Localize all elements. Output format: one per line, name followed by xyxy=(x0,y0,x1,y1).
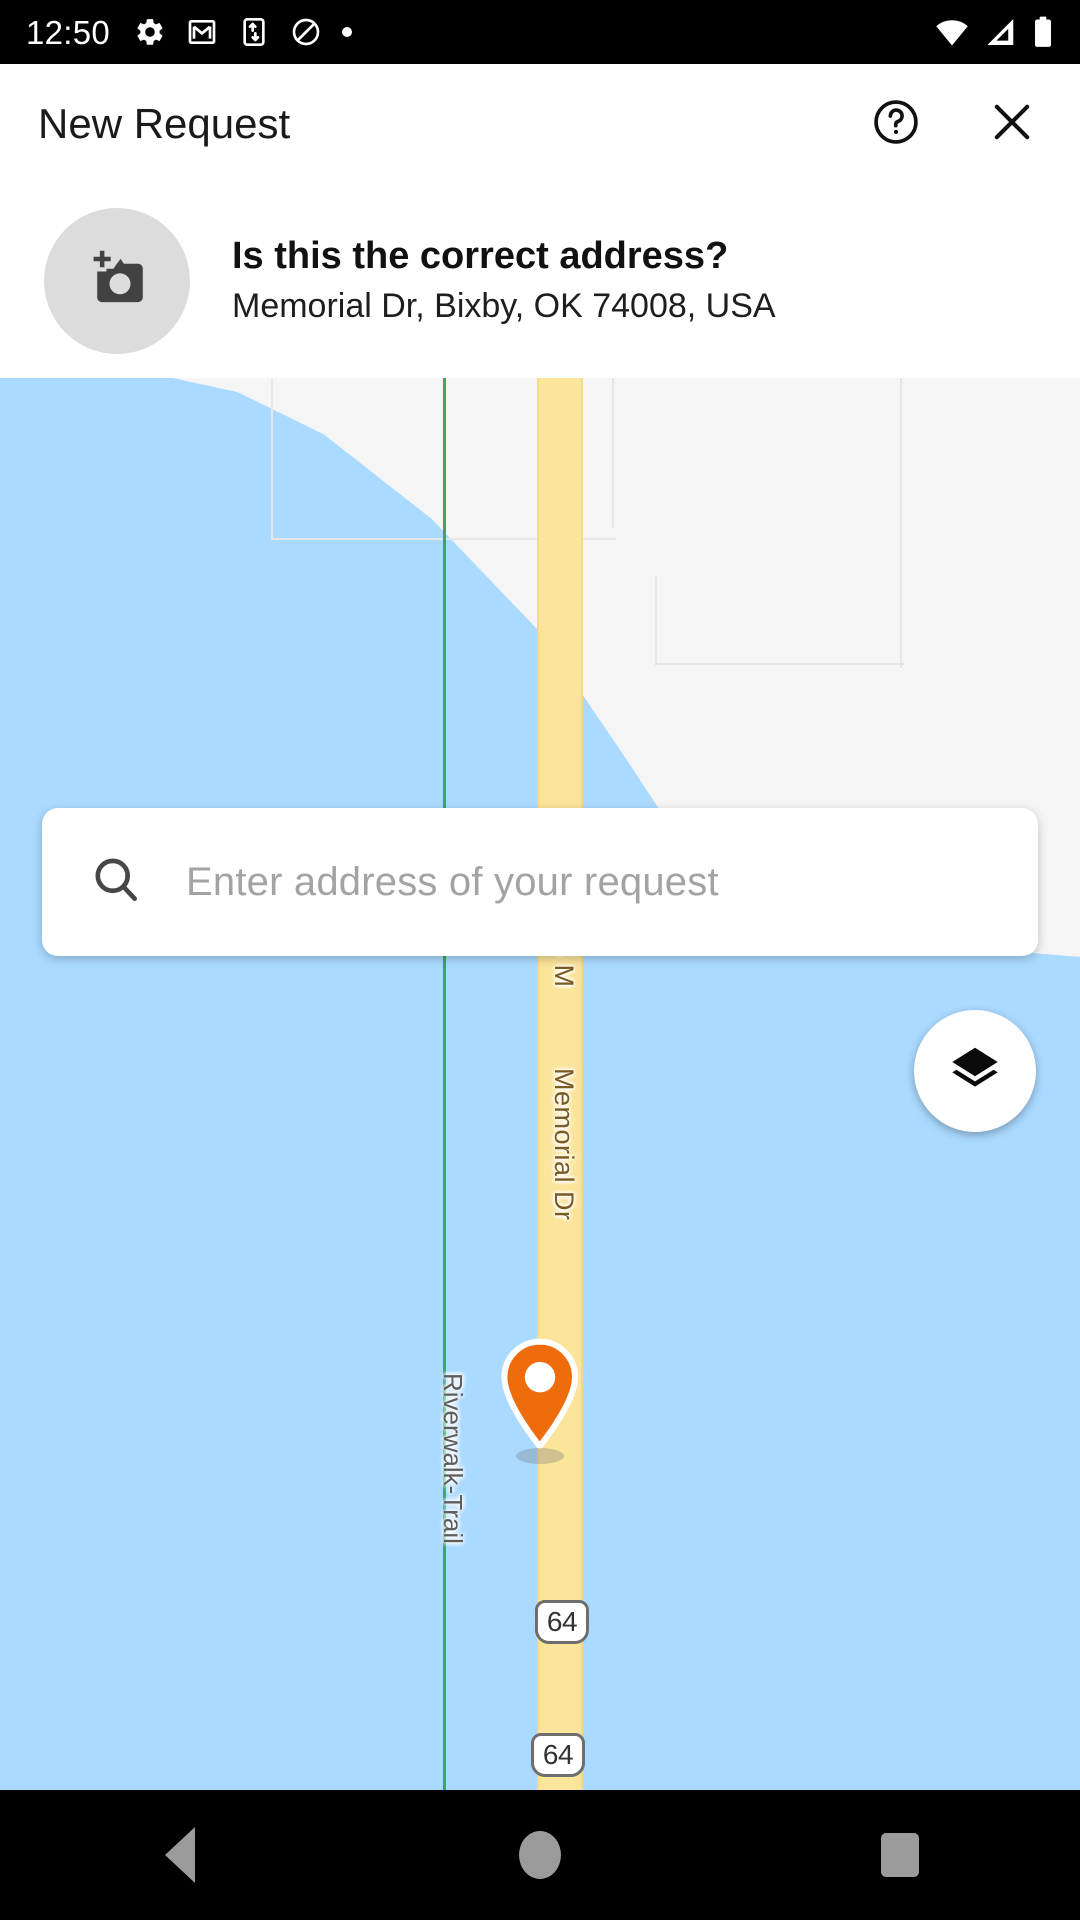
nav-home-button[interactable] xyxy=(480,1790,600,1920)
phone-screen: 12:50 New Request Is this the correct ad… xyxy=(0,0,1080,1920)
search-icon xyxy=(88,852,144,913)
add-photo-camera-icon xyxy=(81,243,153,320)
nav-recents-square-icon xyxy=(881,1833,919,1877)
android-navigation-bar xyxy=(0,1790,1080,1920)
cell-signal-icon xyxy=(984,17,1018,47)
map-trail-label: Riverwalk-Trail xyxy=(438,1373,468,1544)
search-bar[interactable]: Enter address of your request xyxy=(42,808,1038,956)
battery-icon xyxy=(1032,16,1054,48)
help-circle-icon xyxy=(870,96,922,153)
notification-dot-icon xyxy=(342,27,353,37)
status-bar-system-icons xyxy=(934,16,1054,48)
nav-recents-button[interactable] xyxy=(840,1790,960,1920)
address-question: Is this the correct address? xyxy=(232,235,729,278)
header-actions xyxy=(866,94,1042,154)
sync-phone-icon xyxy=(238,16,270,48)
map-layers-icon xyxy=(946,1040,1004,1103)
map-parcel-line xyxy=(900,378,902,668)
map-parcel-line xyxy=(655,663,905,665)
map-parcel-line xyxy=(271,378,273,540)
search-input[interactable]: Enter address of your request xyxy=(186,860,719,905)
gmail-icon xyxy=(186,16,218,48)
wifi-icon xyxy=(934,17,970,47)
route-shield-64: 64 xyxy=(535,1600,589,1644)
help-button[interactable] xyxy=(866,94,926,154)
status-bar-clock: 12:50 xyxy=(26,13,111,51)
route-shield-number: 64 xyxy=(542,1739,574,1770)
map-pin-marker[interactable] xyxy=(498,1338,582,1456)
map-view[interactable]: Riverwalk-Trail S M Memorial Dr 64 64 Ar… xyxy=(0,378,1080,1790)
map-road-label-primary: Memorial Dr xyxy=(549,1068,579,1221)
address-text-block: Is this the correct address? Memorial Dr… xyxy=(232,233,776,329)
page-title: New Request xyxy=(38,100,291,147)
avatar[interactable] xyxy=(44,208,190,354)
map-layers-button[interactable] xyxy=(914,1010,1036,1132)
nav-home-circle-icon xyxy=(519,1831,561,1879)
close-x-icon xyxy=(986,96,1038,153)
nav-back-triangle-icon xyxy=(165,1827,195,1883)
map-trail-line xyxy=(443,378,446,1790)
route-shield-64: 64 xyxy=(531,1733,585,1777)
status-bar: 12:50 xyxy=(0,0,1080,64)
settings-gear-icon xyxy=(134,16,166,48)
map-parcel-line xyxy=(612,378,614,528)
close-button[interactable] xyxy=(982,94,1042,154)
status-bar-notification-icons xyxy=(134,16,353,48)
map-parcel-line xyxy=(655,576,657,666)
do-not-disturb-icon xyxy=(290,16,322,48)
route-shield-number: 64 xyxy=(546,1606,578,1637)
address-value: Memorial Dr, Bixby, OK 74008, USA xyxy=(232,287,776,326)
nav-back-button[interactable] xyxy=(120,1790,240,1920)
app-header: New Request xyxy=(0,64,1080,184)
address-confirmation-card: Is this the correct address? Memorial Dr… xyxy=(0,184,1080,378)
